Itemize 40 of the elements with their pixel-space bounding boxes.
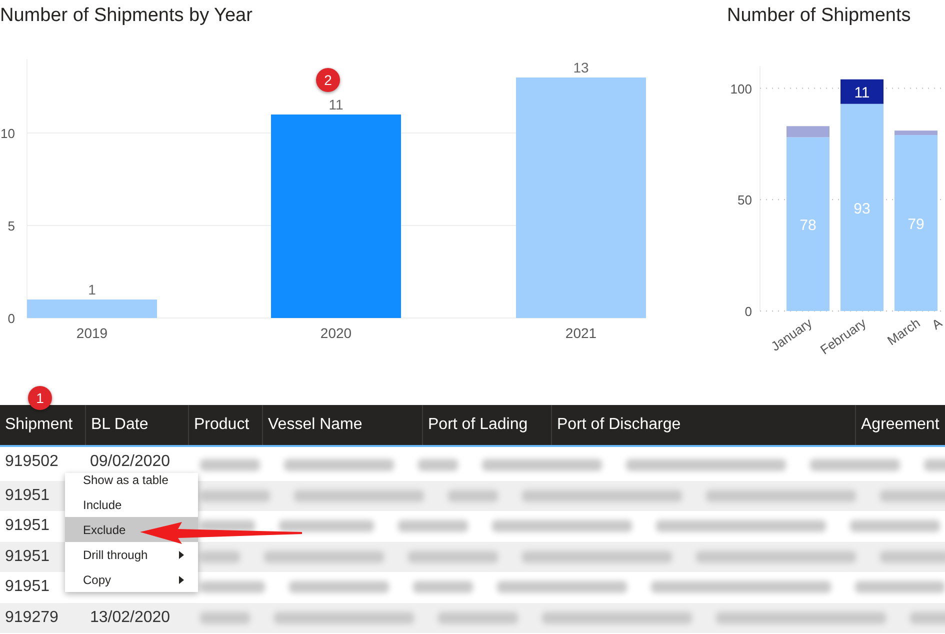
column-header[interactable]: Agreement bbox=[855, 405, 945, 445]
chart-title: Number of Shipments bbox=[727, 5, 912, 28]
axis-label: 100 bbox=[730, 81, 752, 96]
menu-item[interactable]: Copy bbox=[65, 567, 198, 592]
table-cell: 09/02/2020 bbox=[90, 453, 170, 471]
axis-label: 10 bbox=[0, 126, 15, 141]
menu-item[interactable]: Show as a table bbox=[65, 473, 198, 492]
column-header[interactable]: Product bbox=[188, 405, 262, 445]
data-label: 11 bbox=[854, 84, 870, 102]
step-badge: 2 bbox=[316, 68, 340, 92]
axis-label: 0 bbox=[744, 304, 752, 319]
column-header[interactable]: Vessel Name bbox=[262, 405, 422, 445]
table-cell: 91951 bbox=[5, 517, 50, 536]
step-badge: 1 bbox=[28, 386, 52, 410]
data-label: 13 bbox=[573, 60, 589, 76]
table-cell: 91951 bbox=[5, 578, 50, 596]
category-label: 2019 bbox=[76, 325, 108, 341]
table-cell: 91951 bbox=[5, 486, 50, 505]
column-header[interactable]: Port of Lading bbox=[422, 405, 551, 445]
table-cell: 919279 bbox=[5, 608, 58, 627]
axis-label: 0 bbox=[8, 311, 15, 326]
category-label: 2020 bbox=[320, 325, 352, 341]
menu-item[interactable]: Include bbox=[65, 492, 198, 517]
data-label: 79 bbox=[908, 216, 924, 234]
chart-title: Number of Shipments by Year bbox=[0, 5, 254, 28]
axis-label: 5 bbox=[8, 218, 15, 234]
table-cell: 919502 bbox=[5, 453, 58, 471]
column-header[interactable]: Port of Discharge bbox=[551, 405, 855, 445]
axis-label: 50 bbox=[738, 192, 752, 208]
data-label: 93 bbox=[854, 200, 870, 218]
table-cell: 13/02/2020 bbox=[90, 608, 170, 627]
menu-item[interactable]: Drill through bbox=[65, 542, 198, 567]
column-header[interactable]: BL Date bbox=[85, 405, 188, 445]
column-header[interactable]: Shipment bbox=[0, 405, 85, 445]
category-label: 2021 bbox=[565, 325, 597, 341]
data-label: 78 bbox=[800, 217, 816, 234]
data-label: 11 bbox=[328, 96, 344, 112]
category-label: A bbox=[929, 315, 945, 332]
data-label: 1 bbox=[88, 282, 96, 298]
table-cell: 91951 bbox=[5, 548, 50, 566]
